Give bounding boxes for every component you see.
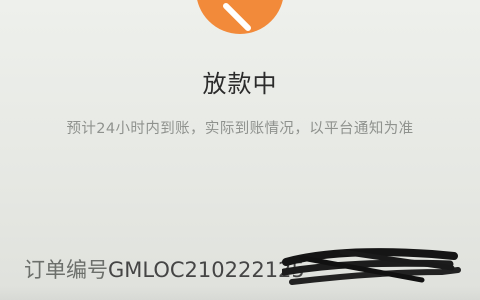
status-icon-circle [196, 0, 284, 34]
status-subtitle: 预计24小时内到账，实际到账情况，以平台通知为准 [66, 121, 414, 137]
order-number-row: 订单编号GMLOC210222125 [24, 254, 305, 284]
redaction-scribble [282, 248, 461, 285]
loan-status-screen: 放款中 预计24小时内到账，实际到账情况，以平台通知为准 订单编号GMLOC21… [0, 0, 480, 300]
bottom-shade [0, 286, 480, 300]
order-number-label: 订单编号 [24, 258, 108, 282]
loading-clock-icon [223, 3, 251, 31]
status-title: 放款中 [202, 70, 278, 98]
order-number-value: GMLOC210222125 [108, 258, 305, 282]
